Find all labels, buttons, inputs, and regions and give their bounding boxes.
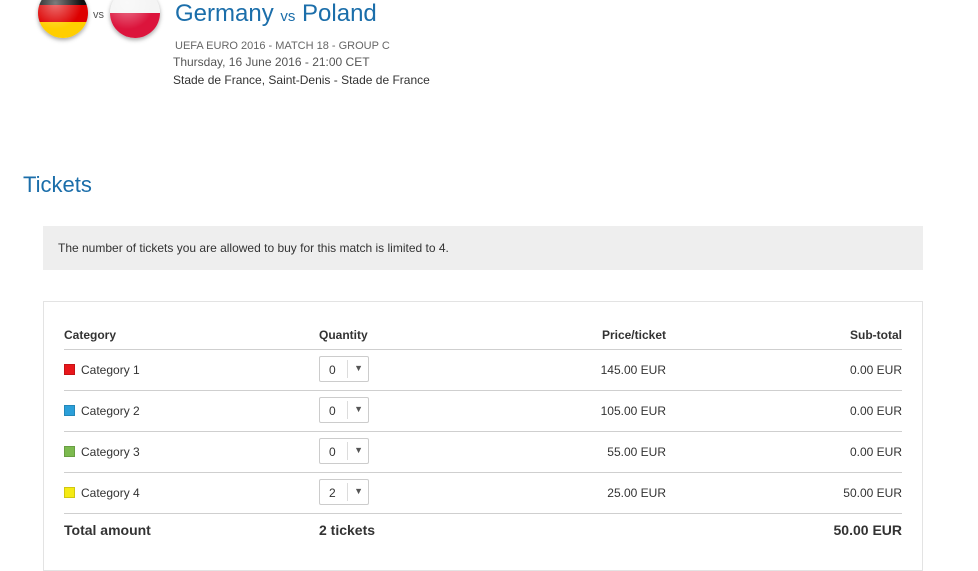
select-divider bbox=[347, 442, 348, 460]
match-venue: Stade de France, Saint-Denis - Stade de … bbox=[173, 73, 430, 87]
caret-down-icon: ▼ bbox=[354, 445, 363, 455]
quantity-value: 0 bbox=[329, 445, 336, 459]
select-divider bbox=[347, 401, 348, 419]
price-cell: 55.00 EUR bbox=[607, 445, 666, 459]
category-color-swatch bbox=[64, 487, 75, 498]
category-label: Category 3 bbox=[81, 445, 140, 459]
subtotal-cell: 0.00 EUR bbox=[849, 363, 902, 377]
quantity-select[interactable]: 0 ▼ bbox=[319, 356, 369, 382]
total-amount: 50.00 EUR bbox=[833, 522, 902, 538]
table-row: Category 4 2 ▼ 25.00 EUR 50.00 EUR bbox=[64, 473, 902, 514]
category-cell: Category 4 bbox=[64, 486, 140, 500]
tickets-panel: Category Quantity Price/ticket Sub-total… bbox=[43, 301, 923, 571]
select-divider bbox=[347, 483, 348, 501]
subtotal-cell: 50.00 EUR bbox=[843, 486, 902, 500]
total-row: Total amount 2 tickets 50.00 EUR bbox=[64, 514, 902, 548]
caret-down-icon: ▼ bbox=[354, 486, 363, 496]
away-team-name: Poland bbox=[302, 0, 377, 27]
quantity-select[interactable]: 2 ▼ bbox=[319, 479, 369, 505]
quantity-value: 2 bbox=[329, 486, 336, 500]
column-header-quantity: Quantity bbox=[319, 328, 368, 342]
category-color-swatch bbox=[64, 446, 75, 457]
total-ticket-count: 2 tickets bbox=[319, 522, 376, 538]
table-header: Category Quantity Price/ticket Sub-total bbox=[64, 316, 902, 350]
column-header-subtotal: Sub-total bbox=[850, 328, 902, 342]
category-color-swatch bbox=[64, 364, 75, 375]
category-label: Category 2 bbox=[81, 404, 140, 418]
category-label: Category 4 bbox=[81, 486, 140, 500]
category-label: Category 1 bbox=[81, 363, 140, 377]
price-cell: 145.00 EUR bbox=[600, 363, 666, 377]
quantity-value: 0 bbox=[329, 404, 336, 418]
home-team-name: Germany bbox=[175, 0, 274, 27]
germany-flag-icon bbox=[38, 0, 88, 38]
subtotal-cell: 0.00 EUR bbox=[849, 404, 902, 418]
poland-flag-icon bbox=[110, 0, 160, 38]
competition-line: UEFA EURO 2016 - MATCH 18 - GROUP C bbox=[175, 40, 390, 52]
column-header-price: Price/ticket bbox=[601, 328, 666, 342]
quantity-select[interactable]: 0 ▼ bbox=[319, 397, 369, 423]
price-cell: 25.00 EUR bbox=[607, 486, 666, 500]
category-cell: Category 1 bbox=[64, 363, 140, 377]
quantity-value: 0 bbox=[329, 363, 336, 377]
tickets-section-title: Tickets bbox=[23, 172, 92, 197]
select-divider bbox=[347, 360, 348, 378]
subtotal-cell: 0.00 EUR bbox=[849, 445, 902, 459]
category-cell: Category 2 bbox=[64, 404, 140, 418]
quantity-select[interactable]: 0 ▼ bbox=[319, 438, 369, 464]
match-datetime: Thursday, 16 June 2016 - 21:00 CET bbox=[173, 55, 370, 69]
vs-label-small: vs bbox=[93, 9, 104, 21]
table-row: Category 1 0 ▼ 145.00 EUR 0.00 EUR bbox=[64, 350, 902, 391]
column-header-category: Category bbox=[64, 328, 117, 342]
table-row: Category 2 0 ▼ 105.00 EUR 0.00 EUR bbox=[64, 391, 902, 432]
category-color-swatch bbox=[64, 405, 75, 416]
ticket-limit-notice: The number of tickets you are allowed to… bbox=[43, 226, 923, 270]
tickets-table: Category Quantity Price/ticket Sub-total… bbox=[64, 316, 902, 548]
match-title: Germany vs Poland bbox=[175, 0, 377, 28]
price-cell: 105.00 EUR bbox=[600, 404, 666, 418]
total-label: Total amount bbox=[64, 522, 151, 538]
category-cell: Category 3 bbox=[64, 445, 140, 459]
caret-down-icon: ▼ bbox=[354, 363, 363, 373]
caret-down-icon: ▼ bbox=[354, 404, 363, 414]
table-row: Category 3 0 ▼ 55.00 EUR 0.00 EUR bbox=[64, 432, 902, 473]
vs-label: vs bbox=[280, 8, 296, 25]
